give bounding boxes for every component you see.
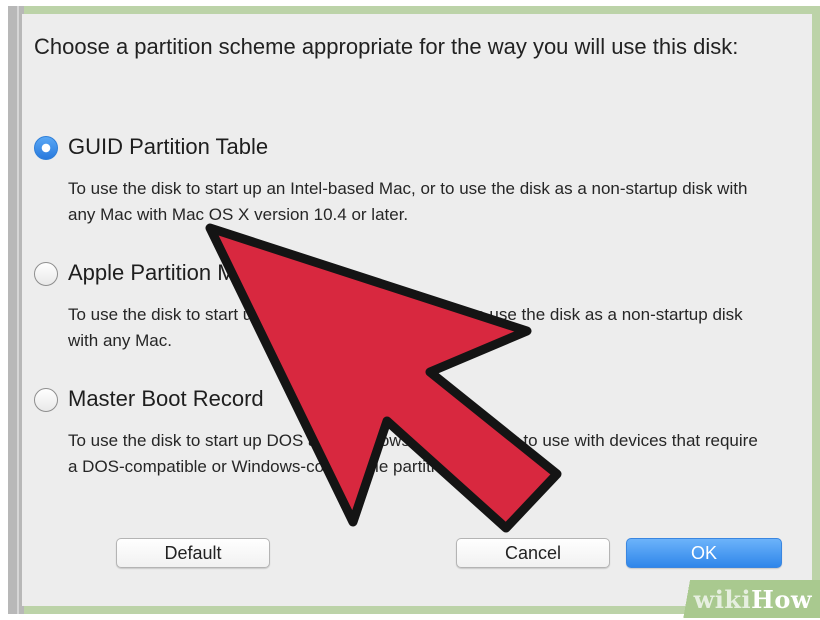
option-guid-description: To use the disk to start up an Intel-bas… <box>68 179 748 224</box>
radio-apple[interactable] <box>34 262 58 286</box>
option-guid-label: GUID Partition Table <box>68 134 269 159</box>
option-mbr-label: Master Boot Record <box>68 386 264 411</box>
cancel-button[interactable]: Cancel <box>456 538 610 568</box>
dialog-prompt: Choose a partition scheme appropriate fo… <box>34 34 739 59</box>
watermark-badge: wikiHow <box>660 580 820 618</box>
option-apple-label: Apple Partition Map <box>68 260 260 285</box>
ok-button[interactable]: OK <box>626 538 782 568</box>
radio-guid[interactable] <box>34 136 58 160</box>
option-apple-description: To use the disk to start up a PowerPC-ba… <box>68 305 743 350</box>
radio-mbr[interactable] <box>34 388 58 412</box>
watermark-logo: wikiHow <box>693 585 812 614</box>
option-mbr-description: To use the disk to start up DOS and Wind… <box>68 431 758 476</box>
default-button[interactable]: Default <box>116 538 270 568</box>
